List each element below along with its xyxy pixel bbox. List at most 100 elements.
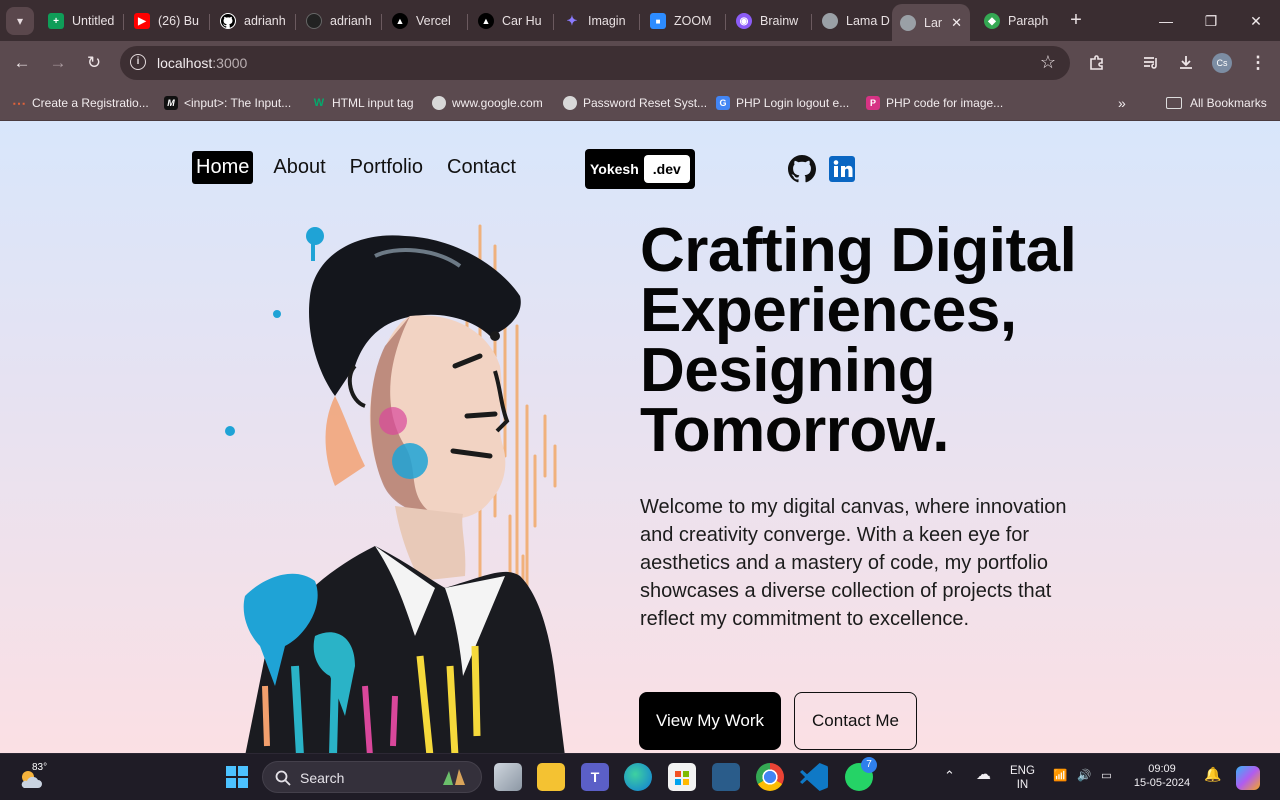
chrome-icon[interactable] xyxy=(756,763,784,791)
whatsapp-icon[interactable]: 7 xyxy=(845,757,877,791)
bookmark-item[interactable]: W HTML input tag xyxy=(312,93,414,113)
github-icon[interactable] xyxy=(788,155,816,183)
youtube-icon: ▶ xyxy=(134,13,150,29)
minimize-button[interactable]: — xyxy=(1154,9,1178,33)
tab-title: Lama D xyxy=(846,14,890,28)
forward-button[interactable]: → xyxy=(46,51,70,75)
w3-icon: W xyxy=(313,97,325,109)
tab-vercel[interactable]: ▲ Vercel xyxy=(384,6,468,36)
mdn-icon: M xyxy=(164,96,178,110)
file-explorer-icon[interactable] xyxy=(537,763,565,791)
teams-icon[interactable]: T xyxy=(581,763,609,791)
vercel-icon: ▲ xyxy=(392,13,408,29)
brain-icon: ◉ xyxy=(736,13,752,29)
tab-title: (26) Bu xyxy=(158,14,199,28)
tab-title: Paraph xyxy=(1008,14,1049,28)
battery-icon[interactable]: ▭ xyxy=(1101,769,1112,783)
bookmark-item[interactable]: G PHP Login logout e... xyxy=(716,93,849,113)
bookmark-item[interactable]: Password Reset Syst... xyxy=(563,93,707,113)
sheets-icon: + xyxy=(48,13,64,29)
tray-overflow-icon[interactable]: ⌃ xyxy=(944,769,955,783)
browser-toolbar: ← → ↻ i localhost:3000 ☆ Cs ⋮ xyxy=(0,41,1280,85)
search-icon xyxy=(275,770,291,786)
tab-strip: ▾ + Untitled ▶ (26) Bu adrianh adrianh ▲… xyxy=(0,0,1280,41)
tab-paraphrase[interactable]: ◆ Paraph xyxy=(976,6,1060,36)
extensions-icon[interactable] xyxy=(1085,51,1109,75)
tab-title: adrianh xyxy=(330,14,372,28)
nav-portfolio[interactable]: Portfolio xyxy=(346,151,427,184)
store-icon[interactable] xyxy=(668,763,696,791)
bookmarks-overflow-icon[interactable]: » xyxy=(1118,93,1126,113)
all-bookmarks-button[interactable]: All Bookmarks xyxy=(1166,93,1267,113)
tab-youtube[interactable]: ▶ (26) Bu xyxy=(126,6,210,36)
bookmark-item[interactable]: M <input>: The Input... xyxy=(164,93,291,113)
close-window-button[interactable]: ✕ xyxy=(1244,9,1268,33)
tab-imagine[interactable]: ✦ Imagin xyxy=(556,6,640,36)
tab-title: adrianh xyxy=(244,14,286,28)
wifi-icon[interactable]: 📶 xyxy=(1053,769,1067,783)
hero-headline: Crafting Digital Experiences, Designing … xyxy=(640,216,1077,465)
profile-avatar[interactable]: Cs xyxy=(1212,53,1232,73)
site-info-icon[interactable]: i xyxy=(130,54,146,70)
task-view-icon[interactable] xyxy=(494,763,522,791)
bookmark-star-icon[interactable]: ☆ xyxy=(1040,52,1056,73)
g4g-icon: G xyxy=(716,96,730,110)
github-icon xyxy=(220,13,236,29)
bookmark-item[interactable]: www.google.com xyxy=(432,93,543,113)
onedrive-icon[interactable]: ☁ xyxy=(976,767,991,782)
vercel-icon: ▲ xyxy=(478,13,494,29)
notification-badge: 7 xyxy=(861,757,877,773)
tab-zoom[interactable]: ■ ZOOM xyxy=(642,6,726,36)
view-my-work-button[interactable]: View My Work xyxy=(639,692,781,750)
vscode-icon[interactable] xyxy=(800,763,828,791)
reload-button[interactable]: ↻ xyxy=(82,51,106,75)
address-bar[interactable]: i localhost:3000 ☆ xyxy=(120,46,1070,80)
new-tab-button[interactable]: + xyxy=(1066,10,1086,30)
restore-button[interactable]: ❐ xyxy=(1199,9,1223,33)
tab-title: ZOOM xyxy=(674,14,712,28)
clock[interactable]: 09:09 15-05-2024 xyxy=(1132,762,1192,790)
site-logo[interactable]: Yokesh .dev xyxy=(585,149,695,189)
tab-brainwave[interactable]: ◉ Brainw xyxy=(728,6,812,36)
tab-github-2[interactable]: adrianh xyxy=(298,6,382,36)
linkedin-icon[interactable] xyxy=(828,155,856,183)
bookmark-item[interactable]: P PHP code for image... xyxy=(866,93,1003,113)
logo-name: Yokesh xyxy=(590,161,639,177)
tab-lama-dev[interactable]: Lama D xyxy=(814,6,890,36)
tab-title: Brainw xyxy=(760,14,799,28)
media-control-icon[interactable] xyxy=(1139,51,1163,75)
tab-title: Lar xyxy=(924,15,943,30)
globe-icon xyxy=(822,13,838,29)
globe-icon xyxy=(563,96,577,110)
language-indicator[interactable]: ENG IN xyxy=(1010,764,1035,792)
nav-home[interactable]: Home xyxy=(192,151,254,184)
github-icon xyxy=(306,13,322,29)
notification-bell-icon[interactable]: 🔔 xyxy=(1204,767,1221,781)
weather-widget[interactable]: 83° xyxy=(18,762,52,792)
taskbar-search[interactable]: Search xyxy=(262,761,482,793)
globe-icon xyxy=(900,14,916,31)
bookmark-item[interactable]: ⋯ Create a Registratio... xyxy=(12,93,149,113)
copilot-icon[interactable] xyxy=(1236,766,1260,790)
start-menu-icon[interactable] xyxy=(223,763,251,791)
search-highlight-icon xyxy=(443,769,465,785)
edge-icon[interactable] xyxy=(624,763,652,791)
tab-search-button[interactable]: ▾ xyxy=(6,7,34,35)
nav-about[interactable]: About xyxy=(269,151,329,184)
downloads-icon[interactable] xyxy=(1174,51,1198,75)
tab-active[interactable]: Lar ✕ xyxy=(892,4,970,41)
menu-kebab-icon[interactable]: ⋮ xyxy=(1246,51,1270,75)
tab-github-1[interactable]: adrianh xyxy=(212,6,296,36)
tab-car-hub[interactable]: ▲ Car Hu xyxy=(470,6,554,36)
contact-me-button[interactable]: Contact Me xyxy=(794,692,917,750)
close-tab-icon[interactable]: ✕ xyxy=(951,15,962,31)
tab-untitled[interactable]: + Untitled xyxy=(40,6,124,36)
back-button[interactable]: ← xyxy=(10,51,34,75)
snipping-tool-icon[interactable] xyxy=(712,763,740,791)
sparkle-icon: ✦ xyxy=(566,13,578,28)
paraphrase-icon: ◆ xyxy=(984,13,1000,29)
dots-icon: ⋯ xyxy=(12,94,26,111)
nav-contact[interactable]: Contact xyxy=(443,151,520,184)
volume-icon[interactable]: 🔊 xyxy=(1077,769,1091,783)
tab-title: Car Hu xyxy=(502,14,542,28)
